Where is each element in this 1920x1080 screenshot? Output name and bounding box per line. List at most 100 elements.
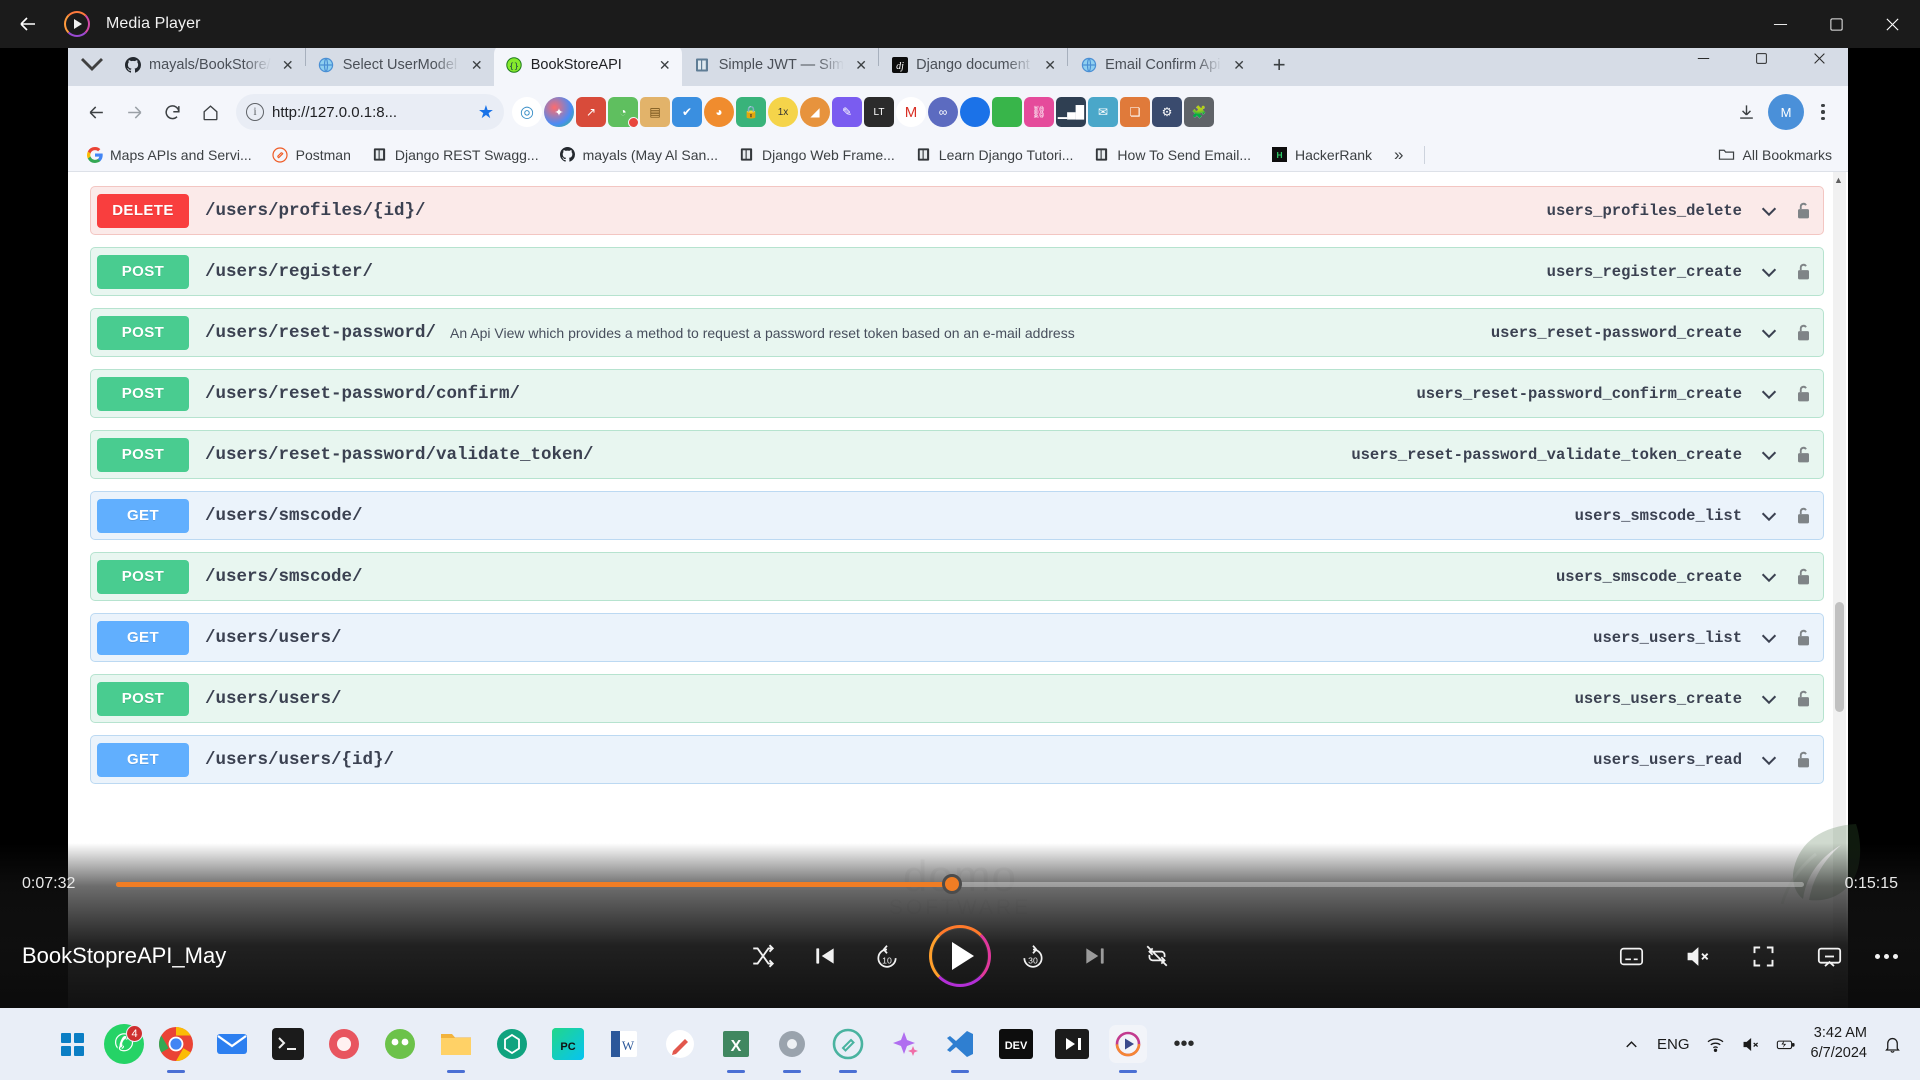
tab-close-icon[interactable]: ✕ [852, 57, 870, 74]
lock-icon[interactable]: 🔒 [736, 97, 766, 127]
unlocked-padlock-icon[interactable] [1794, 505, 1813, 527]
bookmark-django-rest-swagger[interactable]: Django REST Swagg... [363, 142, 547, 167]
gmail-icon[interactable]: M [896, 97, 926, 127]
settings-icon[interactable]: ⚙ [1152, 97, 1182, 127]
swagger-operation-row[interactable]: POST /users/reset-password/validate_toke… [90, 430, 1824, 479]
more-options-icon[interactable] [1875, 954, 1898, 959]
bookmark-learn-django-tutorial[interactable]: Learn Django Tutori... [907, 142, 1082, 167]
chevron-up-icon[interactable] [1622, 1035, 1641, 1054]
scrollbar-thumb[interactable] [1835, 602, 1844, 712]
previous-track-icon[interactable] [805, 936, 845, 976]
taskbar-start-button[interactable] [48, 1020, 96, 1068]
chrome-menu-icon[interactable] [1808, 104, 1838, 121]
chrome-maximize-button[interactable] [1732, 48, 1790, 78]
bookmark-hackerrank[interactable]: H HackerRank [1263, 142, 1380, 167]
taskbar-app-vs-code[interactable] [936, 1020, 984, 1068]
back-arrow-icon[interactable] [78, 94, 114, 130]
bookmark-django-web-framework[interactable]: Django Web Frame... [730, 142, 903, 167]
all-bookmarks-button[interactable]: All Bookmarks [1710, 142, 1838, 167]
chevron-down-icon[interactable] [1758, 444, 1780, 466]
taskbar-app-postman[interactable] [824, 1020, 872, 1068]
swagger-operation-row[interactable]: GET /users/smscode/ users_smscode_list [90, 491, 1824, 540]
battery-charging-icon[interactable] [1776, 1035, 1795, 1054]
swagger-operation-row[interactable]: DELETE /users/profiles/{id}/ users_profi… [90, 186, 1824, 235]
minimize-button[interactable] [1752, 0, 1808, 48]
chevron-down-icon[interactable] [1758, 566, 1780, 588]
tab-email-confirm-api[interactable]: Email Confirm Api ✕ [1068, 48, 1256, 86]
swagger-operation-row[interactable]: POST /users/register/ users_register_cre… [90, 247, 1824, 296]
wifi-icon[interactable] [1706, 1035, 1725, 1054]
pen-icon[interactable]: ✎ [832, 97, 862, 127]
bookmark-mayals-github[interactable]: mayals (May Al San... [551, 142, 726, 167]
unlocked-padlock-icon[interactable] [1794, 261, 1813, 283]
bookmark-how-to-send-email[interactable]: How To Send Email... [1085, 142, 1259, 167]
tab-search-chevron-down-icon[interactable] [72, 48, 112, 84]
taskbar-app-video[interactable] [1048, 1020, 1096, 1068]
unlocked-padlock-icon[interactable] [1794, 566, 1813, 588]
taskbar-app-dev[interactable]: DEV [992, 1020, 1040, 1068]
share-icon[interactable]: ↗ [576, 97, 606, 127]
tab-bookstoreapi[interactable]: {} BookStoreAPI ✕ [494, 48, 682, 86]
taskbar-app-excel[interactable]: X [712, 1020, 760, 1068]
taskbar-overflow-button[interactable]: ••• [1160, 1020, 1208, 1068]
chrome-close-button[interactable] [1790, 48, 1848, 78]
bell-icon[interactable] [1883, 1035, 1902, 1054]
swagger-operation-row[interactable]: POST /users/reset-password/confirm/ user… [90, 369, 1824, 418]
cast-icon[interactable] [1809, 936, 1849, 976]
unlocked-padlock-icon[interactable] [1794, 444, 1813, 466]
palette-icon[interactable]: ◕ [704, 97, 734, 127]
unlocked-padlock-icon[interactable] [1794, 322, 1813, 344]
mail-icon[interactable]: ✉ [1088, 97, 1118, 127]
chevron-down-icon[interactable] [1758, 261, 1780, 283]
unlocked-padlock-icon[interactable] [1794, 749, 1813, 771]
shuffle-icon[interactable] [743, 936, 783, 976]
rewind-10-icon[interactable]: 10 [867, 936, 907, 976]
tab-simple-jwt[interactable]: Simple JWT — Sim ✕ [682, 48, 878, 86]
unlocked-padlock-icon[interactable] [1794, 200, 1813, 222]
downloads-icon[interactable] [1728, 94, 1764, 130]
site-info-icon[interactable]: i [246, 103, 264, 121]
language-indicator[interactable]: ENG [1657, 1036, 1690, 1053]
address-bar[interactable]: i http://127.0.0.1:8... ★ [236, 94, 504, 130]
chevron-down-icon[interactable] [1758, 627, 1780, 649]
swagger-operation-row[interactable]: GET /users/users/{id}/ users_users_read [90, 735, 1824, 784]
taskbar-app-paint[interactable] [656, 1020, 704, 1068]
home-icon[interactable] [192, 94, 228, 130]
chevron-down-icon[interactable] [1758, 505, 1780, 527]
fullscreen-icon[interactable] [1743, 936, 1783, 976]
taskbar-app-chatgpt[interactable] [488, 1020, 536, 1068]
chevron-down-icon[interactable] [1758, 749, 1780, 771]
green-square-icon[interactable] [992, 97, 1022, 127]
next-track-icon[interactable] [1075, 936, 1115, 976]
taskbar-app-media-player[interactable] [1104, 1020, 1152, 1068]
link-icon[interactable]: ∞ [928, 97, 958, 127]
maximize-button[interactable] [1808, 0, 1864, 48]
taskbar-app-green[interactable] [376, 1020, 424, 1068]
reload-icon[interactable] [154, 94, 190, 130]
taskbar-clock[interactable]: 3:42 AM 6/7/2024 [1811, 1024, 1867, 1063]
close-button[interactable] [1864, 0, 1920, 48]
profile-avatar-icon[interactable]: M [1768, 94, 1804, 130]
tab-close-icon[interactable]: ✕ [1230, 57, 1248, 74]
taskbar-app-mail[interactable] [208, 1020, 256, 1068]
unlocked-padlock-icon[interactable] [1794, 688, 1813, 710]
clipboard-icon[interactable]: ▤ [640, 97, 670, 127]
blue-circle-icon[interactable] [960, 97, 990, 127]
grammarly-icon[interactable]: ◎ [512, 97, 542, 127]
seek-slider[interactable] [116, 882, 1804, 887]
tab-close-icon[interactable]: ✕ [468, 57, 486, 74]
tab-django-documentation[interactable]: dj Django document ✕ [879, 48, 1067, 86]
tab-close-icon[interactable]: ✕ [279, 57, 297, 74]
volume-muted-icon[interactable] [1741, 1035, 1760, 1054]
color-picker-icon[interactable]: ✦ [544, 97, 574, 127]
bookmark-star-icon[interactable]: ★ [478, 102, 494, 123]
bookmarks-overflow-button[interactable]: » [1384, 145, 1413, 165]
taskbar-app-pink[interactable] [320, 1020, 368, 1068]
tab-mayals-bookstore[interactable]: mayals/BookStore/ ✕ [112, 48, 305, 86]
swagger-operation-row[interactable]: POST /users/users/ users_users_create [90, 674, 1824, 723]
chart-icon[interactable]: ▁▄█ [1056, 97, 1086, 127]
forward-30-icon[interactable]: 30 [1013, 936, 1053, 976]
video-surface[interactable]: mayals/BookStore/ ✕ Select UserModel ✕ {… [0, 48, 1920, 1008]
volume-mute-icon[interactable] [1677, 936, 1717, 976]
broken-link-icon[interactable]: ⛓ [1024, 97, 1054, 127]
